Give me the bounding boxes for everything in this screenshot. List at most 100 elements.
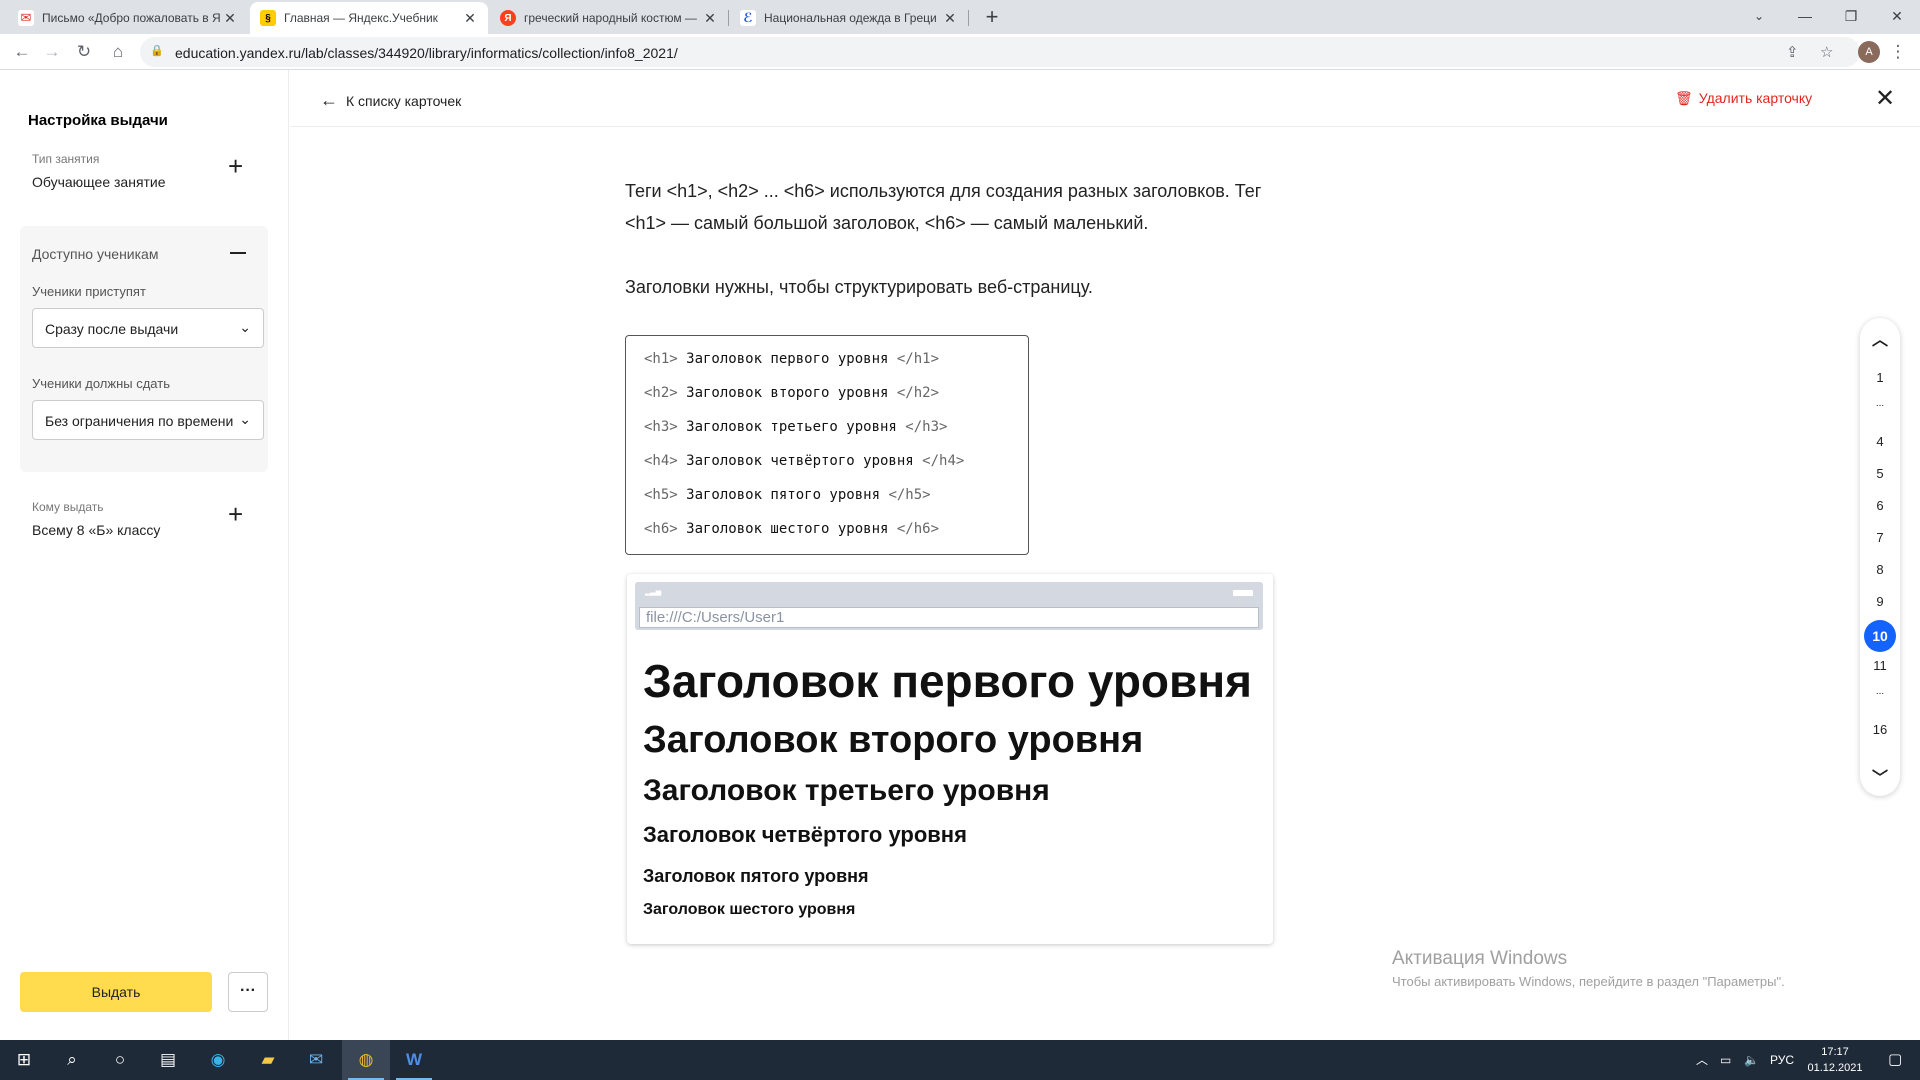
preview-browser-bar: ▂▃▅ file:///C:/Users/User1 [635,582,1263,630]
issue-button[interactable]: Выдать [20,972,212,1012]
code-line: <h2> Заголовок второго уровня </h2> [644,385,940,401]
cortana-icon[interactable]: ○ [96,1040,144,1080]
close-tab-icon[interactable]: ✕ [462,10,478,27]
delete-label: Удалить карточку [1698,90,1813,106]
bookmark-star-icon[interactable]: ☆ [1820,43,1833,61]
page-5[interactable]: 5 [1860,466,1900,481]
page-ellipsis: ... [1875,398,1885,409]
page-16[interactable]: 16 [1860,722,1900,737]
arrow-left-icon: ← [320,90,338,110]
preview-h2: Заголовок второго уровня [643,719,1144,761]
back-arrow-icon[interactable]: ← [10,40,34,64]
preview-h3: Заголовок третьего уровня [643,774,1050,807]
yandex-icon: Я [500,10,516,26]
lock-icon: 🔒 [150,45,164,57]
windows-start-icon[interactable]: ⊞ [0,1040,48,1080]
start-select-value: Сразу после выдачи [45,321,179,337]
code-line: <h3> Заголовок третьего уровня </h3> [644,419,948,435]
page-ellipsis: ... [1875,686,1885,697]
tab-yandex-uchebnik[interactable]: § Главная — Яндекс.Учебник ✕ [250,2,488,34]
back-to-cards-link[interactable]: ← К списку карточек [320,90,461,111]
start-label: Ученики приступят [32,284,146,299]
intro-paragraph-line1: Теги <h1>, <h2> ... <h6> используются дл… [625,181,1262,201]
page-1[interactable]: 1 [1860,370,1900,385]
address-url[interactable]: education.yandex.ru/lab/classes/344920/l… [175,45,678,61]
battery-icon [1233,590,1253,596]
page-10-current[interactable]: 10 [1864,620,1896,652]
start-select[interactable]: Сразу после выдачи ⌄ [32,308,264,348]
assign-to-value: Всему 8 «Б» классу [32,522,161,538]
windows-taskbar: ⊞ ⌕ ○ ▤ ◉ ▰ ✉ ◍ W ︿ ▭ 🔈 РУС 17:17 01.12.… [0,1040,1920,1080]
browser-preview-illustration: ▂▃▅ file:///C:/Users/User1 Заголовок пер… [627,574,1273,944]
edge-icon[interactable]: ◉ [194,1040,242,1080]
more-options-button[interactable]: ··· [228,972,268,1012]
code-line: <h5> Заголовок пятого уровня </h5> [644,487,931,503]
tab-national-clothing[interactable]: ℰ Национальная одежда в Греци ✕ [730,2,968,34]
page-9[interactable]: 9 [1860,594,1900,609]
word-icon[interactable]: W [390,1040,438,1080]
clock-time: 17:17 [1821,1046,1849,1058]
share-icon[interactable]: ⇪ [1786,43,1799,61]
mail-icon[interactable]: ✉ [292,1040,340,1080]
input-language[interactable]: РУС [1770,1040,1794,1080]
new-tab-icon[interactable]: + [978,4,1006,32]
restore-icon[interactable]: ❐ [1828,0,1874,34]
address-bar[interactable]: 🔒 education.yandex.ru/lab/classes/344920… [140,37,1860,67]
page-11[interactable]: 11 [1860,658,1900,673]
purpose-paragraph: Заголовки нужны, чтобы структурировать в… [625,277,1093,297]
profile-avatar[interactable]: A [1858,41,1880,63]
system-clock[interactable]: 17:17 01.12.2021 [1800,1044,1870,1076]
volume-icon[interactable]: 🔈 [1744,1040,1759,1080]
network-icon[interactable]: ▭ [1720,1040,1731,1080]
intro-paragraph-line2: <h1> — самый большой заголовок, <h6> — с… [625,213,1149,233]
add-recipient-plus-icon[interactable]: + [228,501,243,527]
browser-menu-icon[interactable]: ⋮ [1886,40,1910,64]
back-label: К списку карточек [346,93,462,109]
preview-h1: Заголовок первого уровня [643,655,1252,707]
tab-mail[interactable]: ✉ Письмо «Добро пожаловать в Я ✕ [8,2,248,34]
search-icon[interactable]: ⌕ [48,1040,96,1080]
activation-watermark-text: Чтобы активировать Windows, перейдите в … [1392,974,1785,989]
lesson-type-label: Тип занятия [32,152,100,166]
preview-h6: Заголовок шестого уровня [643,901,856,918]
close-icon[interactable]: ✕ [1875,84,1895,113]
code-line: <h6> Заголовок шестого уровня </h6> [644,521,940,537]
notifications-icon[interactable]: ▢ [1888,1040,1902,1080]
trash-icon: 🗑 [1675,90,1693,106]
site-icon: ℰ [740,10,756,26]
forward-arrow-icon[interactable]: → [40,40,64,64]
file-explorer-icon[interactable]: ▰ [244,1040,292,1080]
tray-chevron-up-icon[interactable]: ︿ [1696,1040,1708,1080]
page-6[interactable]: 6 [1860,498,1900,513]
close-window-icon[interactable]: ✕ [1874,0,1920,34]
add-lesson-type-plus-icon[interactable]: + [228,153,243,179]
available-header: Доступно ученикам [32,246,159,262]
reload-icon[interactable]: ↻ [72,40,96,64]
page-8[interactable]: 8 [1860,562,1900,577]
code-line: <h4> Заголовок четвёртого уровня </h4> [644,453,965,469]
close-tab-icon[interactable]: ✕ [942,10,958,27]
minimize-icon[interactable]: — [1782,0,1828,34]
close-tab-icon[interactable]: ✕ [702,10,718,27]
activation-watermark-title: Активация Windows [1392,948,1568,969]
collapse-minus-icon[interactable] [230,252,246,254]
task-view-icon[interactable]: ▤ [144,1040,192,1080]
chrome-icon[interactable]: ◍ [342,1040,390,1080]
page-7[interactable]: 7 [1860,530,1900,545]
preview-h4: Заголовок четвёртого уровня [643,822,967,847]
tab-separator [968,10,969,26]
chevron-down-icon: ⌄ [239,319,251,335]
card-header: ← К списку карточек 🗑 Удалить карточку ✕ [290,70,1920,127]
gmail-icon: ✉ [18,10,34,26]
chevron-up-icon[interactable]: ︿ [1860,326,1900,350]
due-select[interactable]: Без ограничения по времени ⌄ [32,400,264,440]
card-pagination: ︿ 1 ... 4 5 6 7 8 9 10 11 ... 16 ﹀ [1860,318,1900,796]
chevron-down-icon[interactable]: ﹀ [1860,764,1900,788]
signal-icon: ▂▃▅ [645,589,662,596]
delete-card-button[interactable]: 🗑 Удалить карточку [1675,90,1812,107]
tab-greek-costume[interactable]: Я греческий народный костюм — ✕ [490,2,728,34]
tab-search-icon[interactable]: ⌄ [1736,0,1782,34]
home-icon[interactable]: ⌂ [106,40,130,64]
close-tab-icon[interactable]: ✕ [222,10,238,27]
page-4[interactable]: 4 [1860,434,1900,449]
